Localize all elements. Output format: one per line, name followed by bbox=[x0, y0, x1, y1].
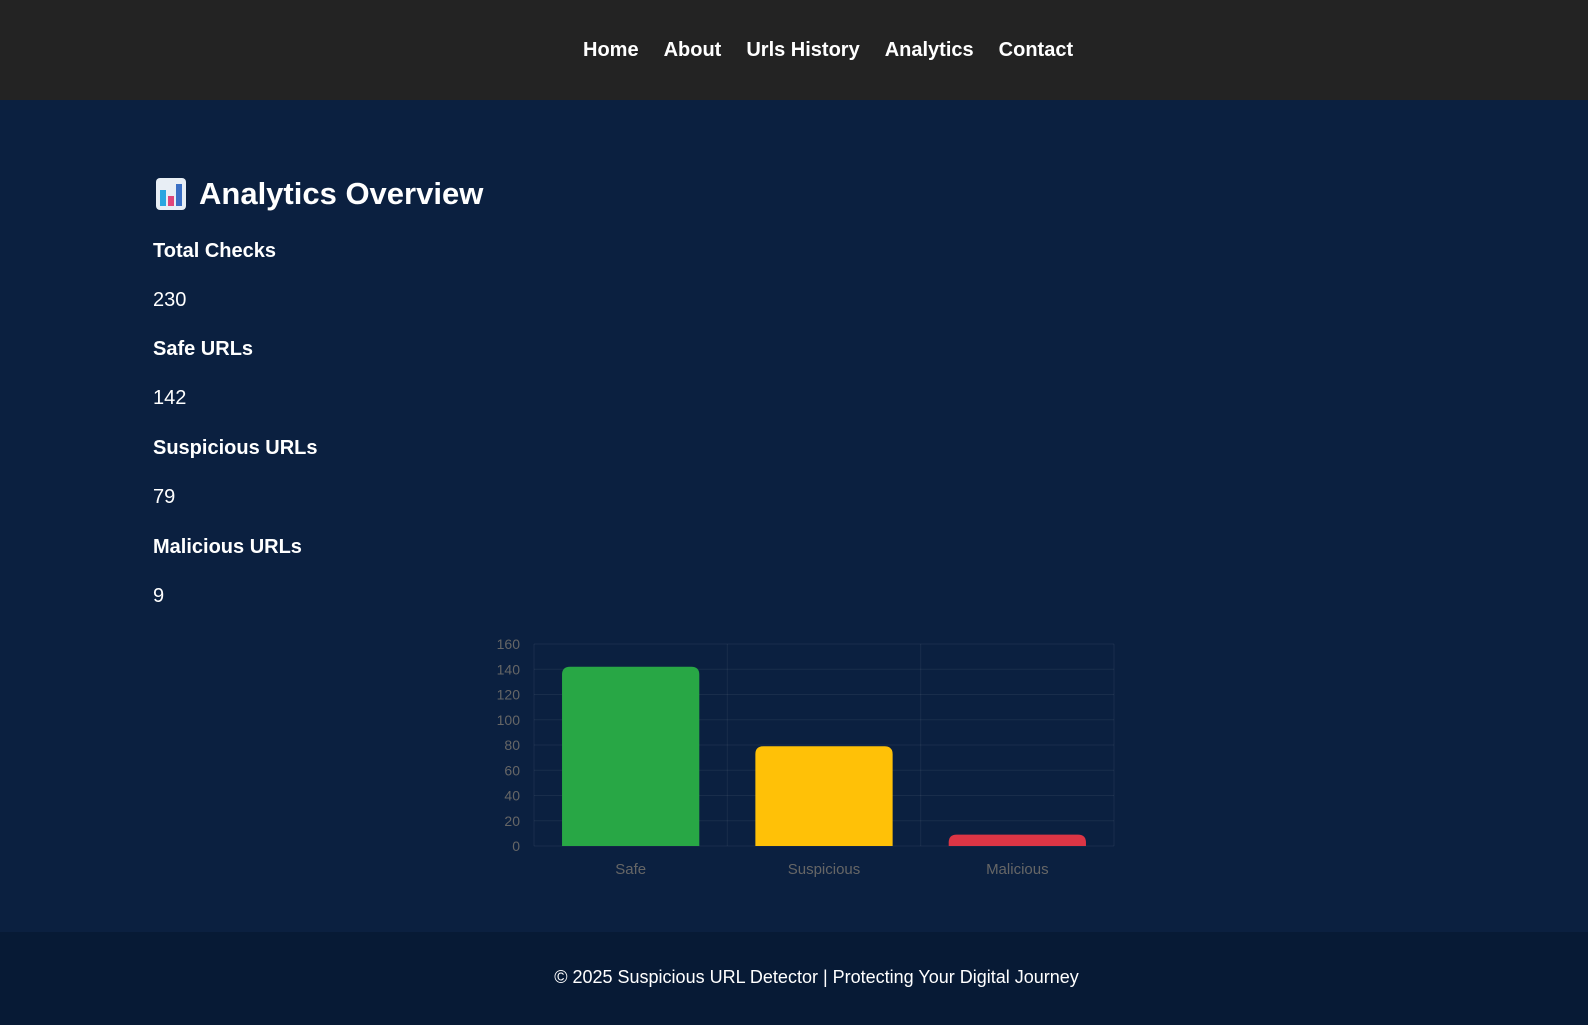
x-tick-label: Suspicious bbox=[788, 861, 861, 878]
bar-safe bbox=[562, 666, 700, 846]
nav-link-urls-history[interactable]: Urls History bbox=[746, 37, 859, 63]
nav-link-about[interactable]: About bbox=[664, 37, 722, 63]
nav-link-contact[interactable]: Contact bbox=[999, 37, 1073, 63]
bar-chart-svg: 0 20 40 60 80 100 120 140 160 Safe Suspicious Malic… bbox=[497, 636, 1115, 878]
stat-value-total-checks: 230 bbox=[153, 289, 187, 311]
y-tick-label: 100 bbox=[497, 712, 521, 728]
y-tick-label: 120 bbox=[497, 687, 521, 703]
bar-chart-icon bbox=[156, 178, 186, 210]
bar-malicious bbox=[948, 834, 1086, 846]
page-title-text: Analytics Overview bbox=[199, 176, 484, 211]
y-tick-label: 40 bbox=[504, 788, 520, 804]
y-tick-label: 80 bbox=[504, 737, 520, 753]
y-tick-label: 140 bbox=[497, 661, 521, 677]
top-navbar: Home About Urls History Analytics Contac… bbox=[0, 0, 1588, 100]
stat-label-malicious-urls: Malicious URLs bbox=[153, 536, 302, 558]
stat-value-safe-urls: 142 bbox=[153, 387, 187, 409]
nav-link-analytics[interactable]: Analytics bbox=[885, 37, 974, 63]
footer: © 2025 Suspicious URL Detector | Protect… bbox=[0, 932, 1588, 1025]
bar-suspicious bbox=[755, 746, 893, 846]
stat-value-malicious-urls: 9 bbox=[153, 585, 165, 607]
footer-text: © 2025 Suspicious URL Detector | Protect… bbox=[554, 967, 1079, 987]
y-tick-label: 60 bbox=[504, 762, 520, 778]
x-tick-label: Malicious bbox=[986, 861, 1049, 878]
stat-label-safe-urls: Safe URLs bbox=[153, 338, 254, 360]
nav-link-home[interactable]: Home bbox=[583, 37, 639, 63]
y-tick-label: 20 bbox=[504, 813, 520, 829]
y-tick-label: 0 bbox=[512, 838, 520, 854]
stat-label-suspicious-urls: Suspicious URLs bbox=[153, 437, 318, 459]
main-nav: Home About Urls History Analytics Contac… bbox=[583, 37, 1073, 63]
stat-label-total-checks: Total Checks bbox=[153, 240, 276, 262]
y-tick-label: 160 bbox=[497, 636, 521, 652]
url-status-chart: 0 20 40 60 80 100 120 140 160 Safe Suspicious Malic… bbox=[480, 628, 1120, 888]
page-title: Analytics Overview bbox=[156, 174, 483, 214]
main-content: Analytics Overview Total Checks 230 Safe… bbox=[0, 100, 1588, 932]
stat-value-suspicious-urls: 79 bbox=[153, 486, 176, 508]
x-tick-label: Safe bbox=[615, 861, 646, 878]
